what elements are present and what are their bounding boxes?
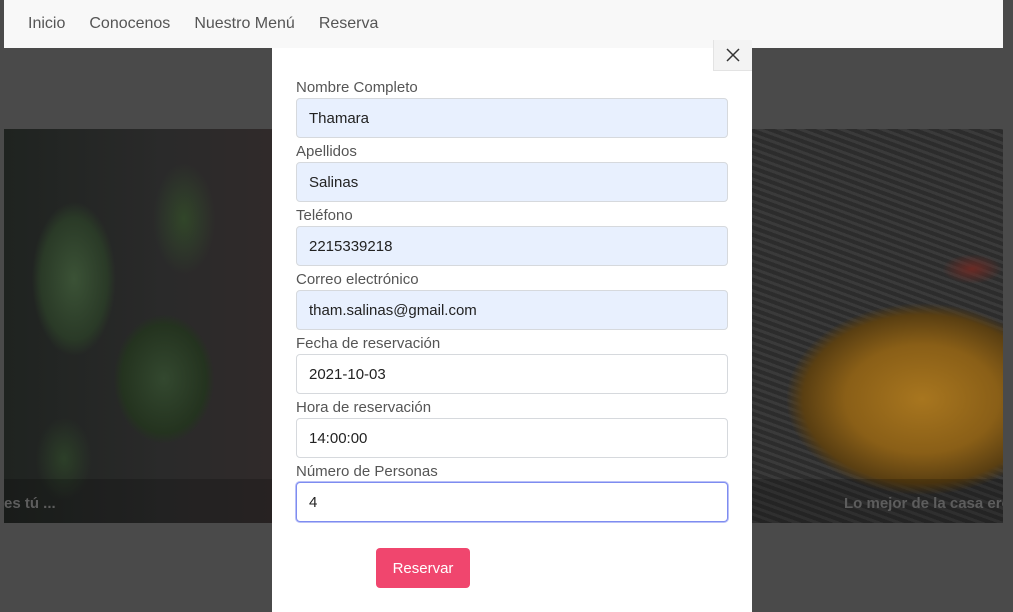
telefono-input[interactable] [296, 226, 728, 266]
telefono-label: Teléfono [296, 207, 353, 224]
correo-input[interactable] [296, 290, 728, 330]
field-group-personas: Número de Personas [296, 462, 728, 522]
carousel-caption-left: es tú ... [4, 495, 56, 512]
carousel-caption-right: Lo mejor de la casa eres [844, 495, 1003, 512]
field-group-fecha: Fecha de reservación [296, 334, 728, 394]
correo-label: Correo electrónico [296, 271, 419, 288]
personas-label: Número de Personas [296, 463, 438, 480]
nombre-label: Nombre Completo [296, 79, 418, 96]
hora-input[interactable] [296, 418, 728, 458]
field-group-correo: Correo electrónico [296, 270, 728, 330]
carousel-image-dessert [752, 129, 1003, 523]
field-group-apellidos: Apellidos [296, 142, 728, 202]
close-icon [726, 48, 740, 62]
modal-close-button[interactable] [713, 40, 752, 71]
top-navbar: Inicio Conocenos Nuestro Menú Reserva [4, 0, 1003, 48]
personas-input[interactable] [296, 482, 728, 522]
nav-conocenos[interactable]: Conocenos [77, 15, 182, 33]
field-group-telefono: Teléfono [296, 206, 728, 266]
apellidos-label: Apellidos [296, 143, 357, 160]
nav-nuestro-menu[interactable]: Nuestro Menú [182, 15, 307, 33]
carousel-image-flowers [4, 129, 272, 523]
nav-inicio[interactable]: Inicio [4, 15, 77, 33]
reservar-button[interactable]: Reservar [376, 548, 470, 588]
hora-label: Hora de reservación [296, 399, 432, 416]
nav-reserva[interactable]: Reserva [307, 15, 391, 33]
apellidos-input[interactable] [296, 162, 728, 202]
reservation-modal: Nombre Completo Apellidos Teléfono Corre… [272, 40, 752, 612]
fecha-label: Fecha de reservación [296, 335, 441, 352]
field-group-nombre: Nombre Completo [296, 78, 728, 138]
field-group-hora: Hora de reservación [296, 398, 728, 458]
fecha-input[interactable] [296, 354, 728, 394]
nombre-input[interactable] [296, 98, 728, 138]
